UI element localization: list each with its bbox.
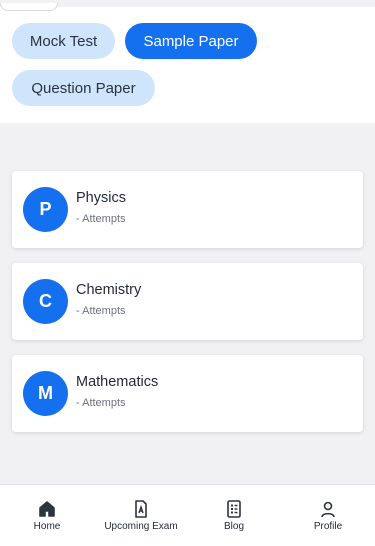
subject-card-physics[interactable]: P Physics - Attempts	[12, 171, 363, 248]
filter-chip-mock-test[interactable]: Mock Test	[12, 23, 115, 59]
subject-card-chemistry[interactable]: C Chemistry - Attempts	[12, 263, 363, 340]
app-screen: Mock Test Sample Paper Question Paper P …	[0, 0, 375, 546]
subject-name: Mathematics	[76, 374, 159, 390]
home-icon	[37, 499, 57, 519]
nav-profile[interactable]: Profile	[306, 485, 350, 546]
collapse-handle[interactable]	[0, 3, 58, 11]
subject-name: Chemistry	[76, 282, 142, 298]
subject-card-mathematics[interactable]: M Mathematics - Attempts	[12, 355, 363, 432]
bottom-navigation: Home Upcoming Exam Blog Profile	[0, 484, 375, 546]
subject-avatar: M	[23, 371, 68, 416]
subject-avatar: P	[23, 187, 68, 232]
subject-attempts: - Attempts	[76, 397, 126, 409]
nav-profile-label: Profile	[313, 521, 343, 532]
subject-attempts: - Attempts	[76, 305, 126, 317]
filter-panel: Mock Test Sample Paper Question Paper	[0, 3, 375, 123]
subject-attempts: - Attempts	[76, 213, 126, 225]
subject-avatar: C	[23, 279, 68, 324]
subject-name: Physics	[76, 190, 126, 206]
filter-chip-sample-paper[interactable]: Sample Paper	[125, 23, 257, 59]
nav-upcoming-exam[interactable]: Upcoming Exam	[95, 485, 187, 546]
nav-home[interactable]: Home	[27, 485, 67, 546]
nav-home-label: Home	[33, 521, 61, 532]
exam-document-icon	[131, 499, 151, 519]
nav-blog[interactable]: Blog	[214, 485, 254, 546]
nav-blog-label: Blog	[223, 521, 244, 532]
user-icon	[318, 499, 338, 519]
blog-list-icon	[224, 499, 244, 519]
filter-chip-question-paper[interactable]: Question Paper	[12, 70, 155, 106]
nav-upcoming-exam-label: Upcoming Exam	[104, 521, 178, 532]
